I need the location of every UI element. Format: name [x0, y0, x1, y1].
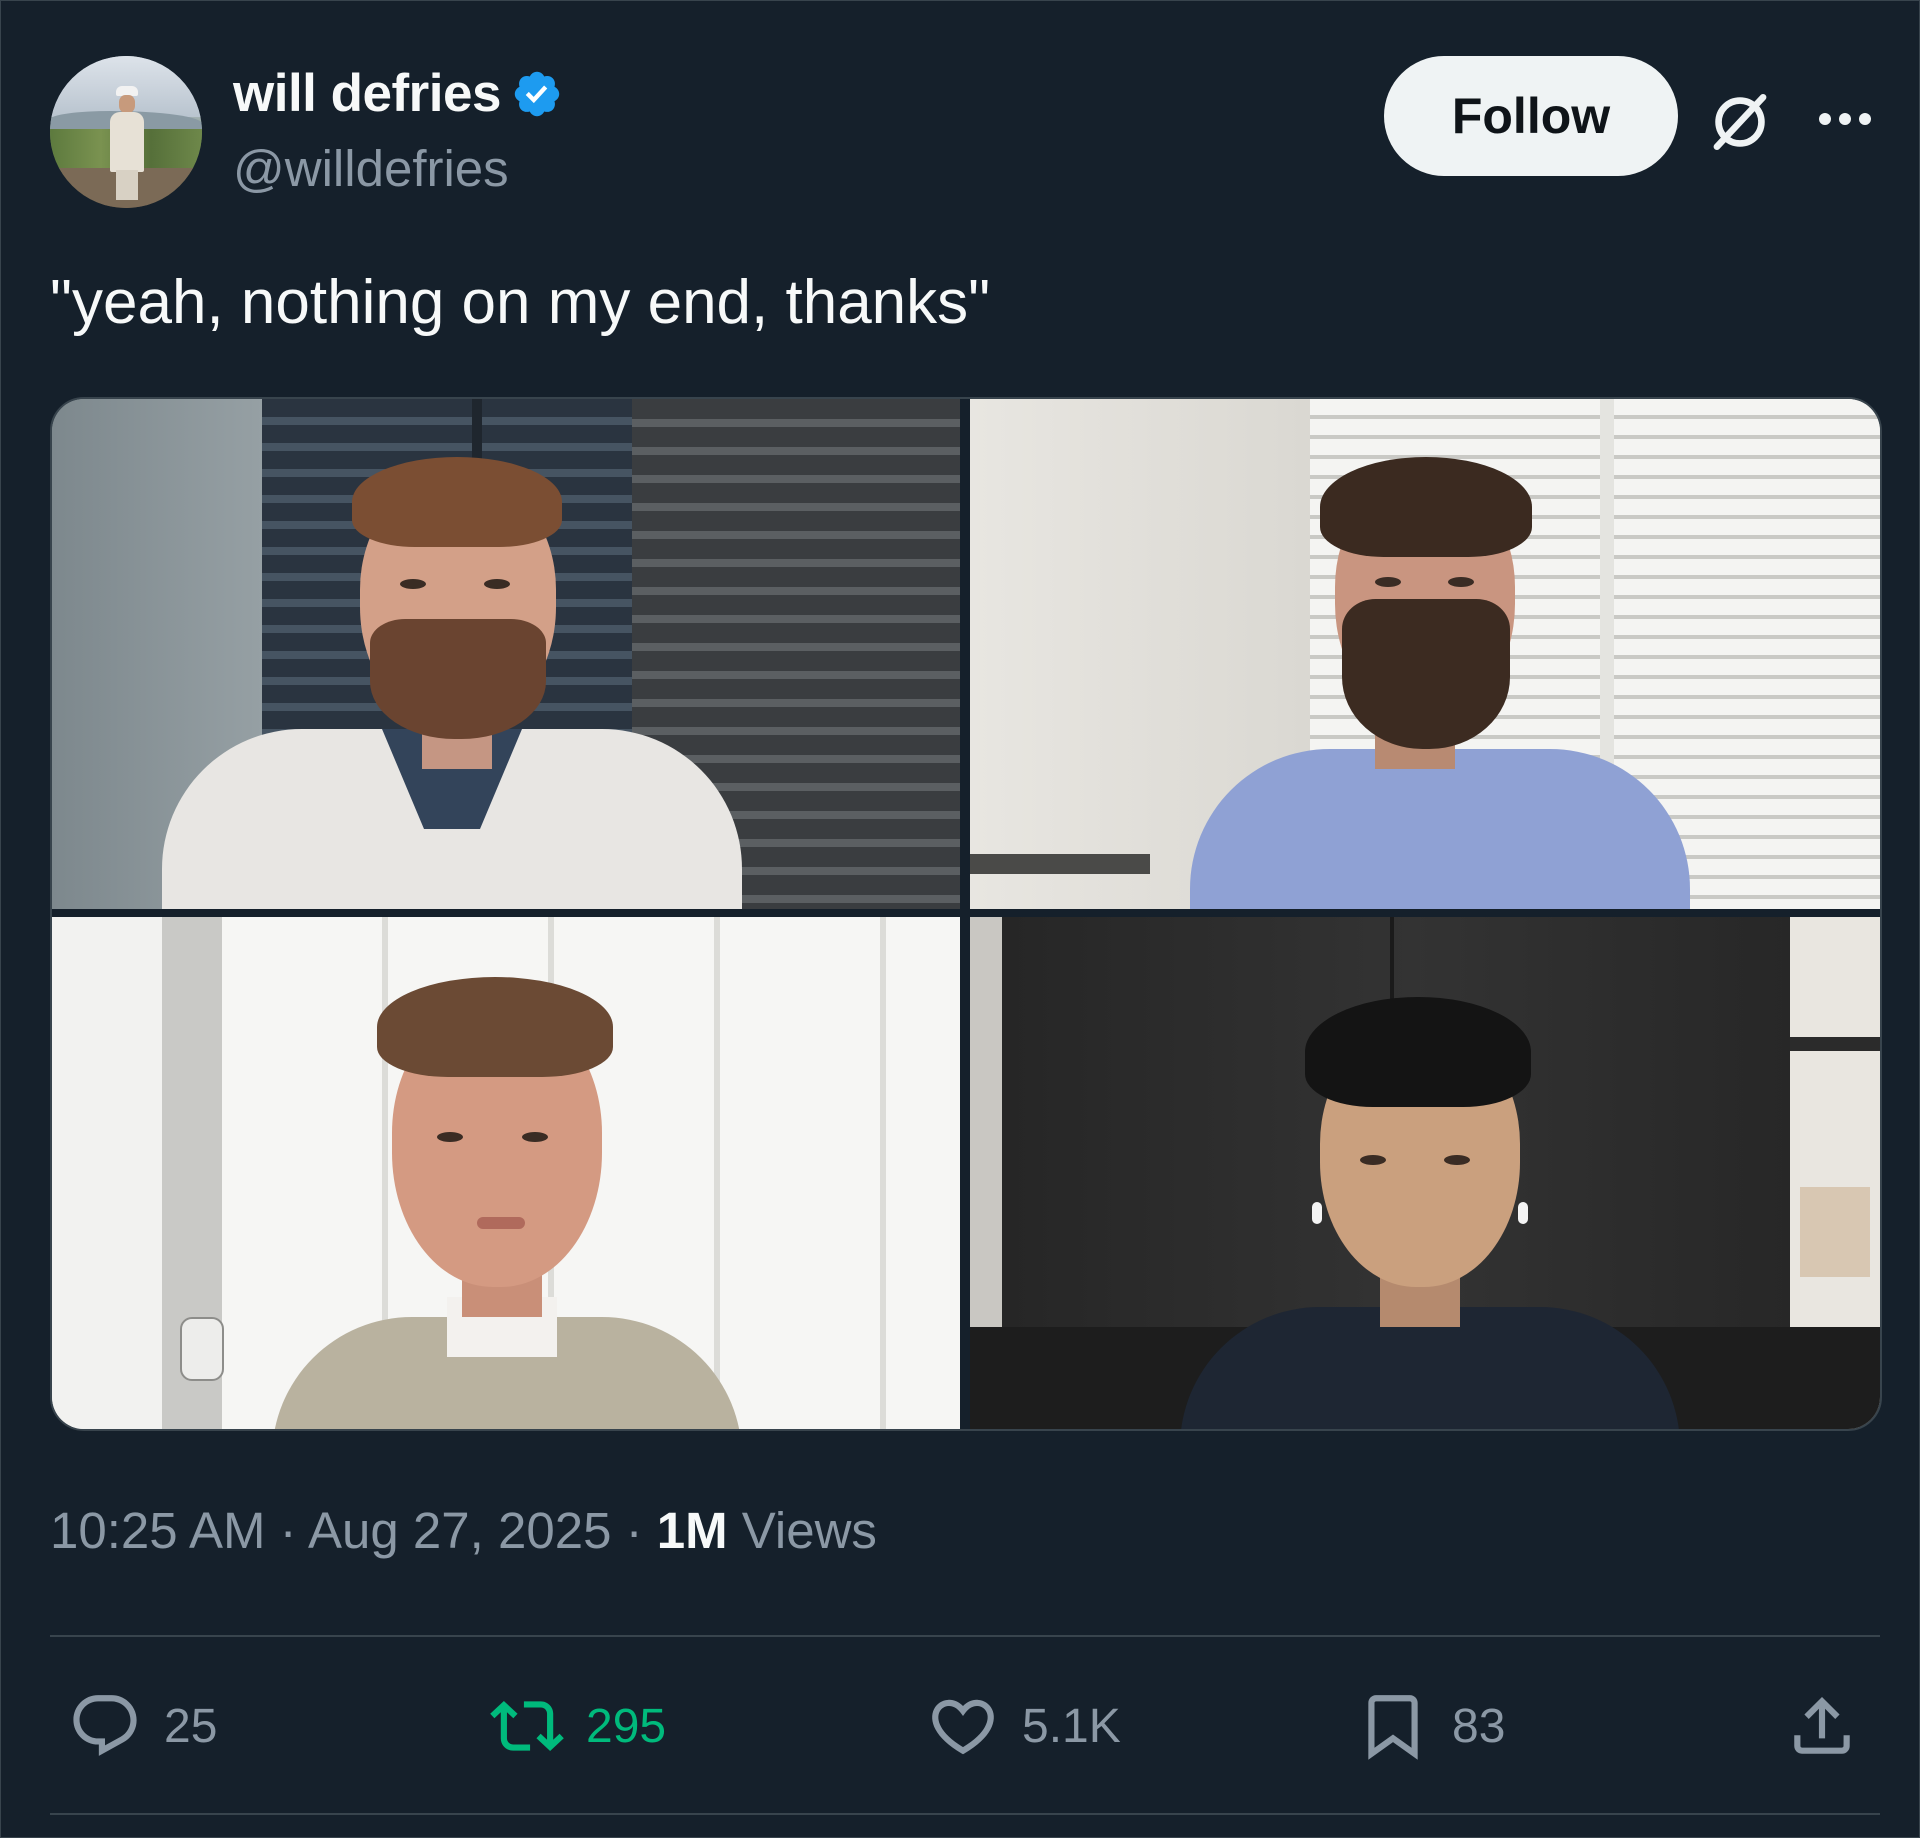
video-call-tile-3[interactable] — [52, 917, 960, 1429]
video-call-tile-2[interactable] — [970, 399, 1880, 909]
views-count: 1M — [656, 1502, 728, 1559]
tweet-actions: 25 295 5.1K 83 — [50, 1681, 1880, 1771]
verified-badge-icon — [514, 71, 560, 116]
reply-count: 25 — [164, 1699, 218, 1753]
meta-separator: · — [265, 1502, 308, 1559]
retweet-icon — [490, 1700, 564, 1752]
video-call-tile-1[interactable] — [52, 399, 960, 909]
tweet-text: "yeah, nothing on my end, thanks" — [50, 268, 991, 337]
retweet-count: 295 — [586, 1699, 667, 1753]
tweet-card: will defries @willdefries Follow "yeah, … — [0, 0, 1920, 1838]
reply-icon — [73, 1695, 137, 1756]
author-name-row: will defries — [233, 63, 563, 124]
author-avatar[interactable] — [50, 56, 202, 208]
like-button[interactable]: 5.1K — [926, 1681, 1121, 1771]
tweet-time[interactable]: 10:25 AM — [50, 1502, 265, 1559]
meta-separator-2: · — [611, 1502, 657, 1559]
tweet-media-grid[interactable] — [50, 397, 1882, 1431]
reply-button[interactable]: 25 — [68, 1681, 217, 1771]
tweet-meta: 10:25 AM · Aug 27, 2025 · 1M Views — [50, 1501, 877, 1560]
bookmark-button[interactable]: 83 — [1356, 1681, 1505, 1771]
bookmark-icon — [1368, 1695, 1418, 1760]
like-count: 5.1K — [1022, 1699, 1121, 1753]
more-icon[interactable] — [1816, 109, 1874, 129]
follow-button[interactable]: Follow — [1384, 56, 1678, 176]
video-call-tile-4[interactable] — [970, 917, 1880, 1429]
views-label: Views — [727, 1502, 877, 1559]
tweet-date[interactable]: Aug 27, 2025 — [308, 1502, 611, 1559]
retweet-button[interactable]: 295 — [490, 1681, 666, 1771]
heart-icon — [932, 1699, 994, 1755]
author-display-name[interactable]: will defries — [233, 63, 501, 124]
author-handle[interactable]: @willdefries — [233, 139, 509, 198]
bookmark-count: 83 — [1452, 1699, 1506, 1753]
grok-icon[interactable] — [1707, 89, 1773, 155]
divider-top — [50, 1635, 1880, 1637]
share-button[interactable] — [1785, 1681, 1859, 1771]
share-icon — [1794, 1696, 1850, 1754]
divider-bottom — [50, 1813, 1880, 1815]
